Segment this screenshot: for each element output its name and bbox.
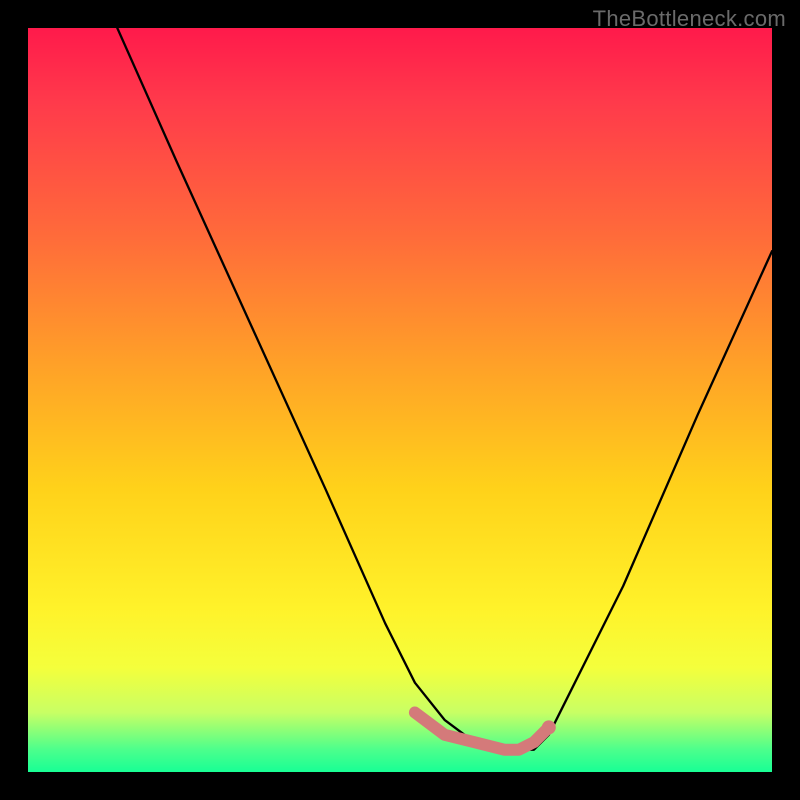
chart-frame: TheBottleneck.com [0, 0, 800, 800]
watermark-text: TheBottleneck.com [593, 6, 786, 32]
plot-area [28, 28, 772, 772]
black-curve [117, 28, 772, 750]
pink-bottom-segment [415, 713, 549, 750]
chart-svg [28, 28, 772, 772]
pink-end-dot [542, 720, 556, 734]
